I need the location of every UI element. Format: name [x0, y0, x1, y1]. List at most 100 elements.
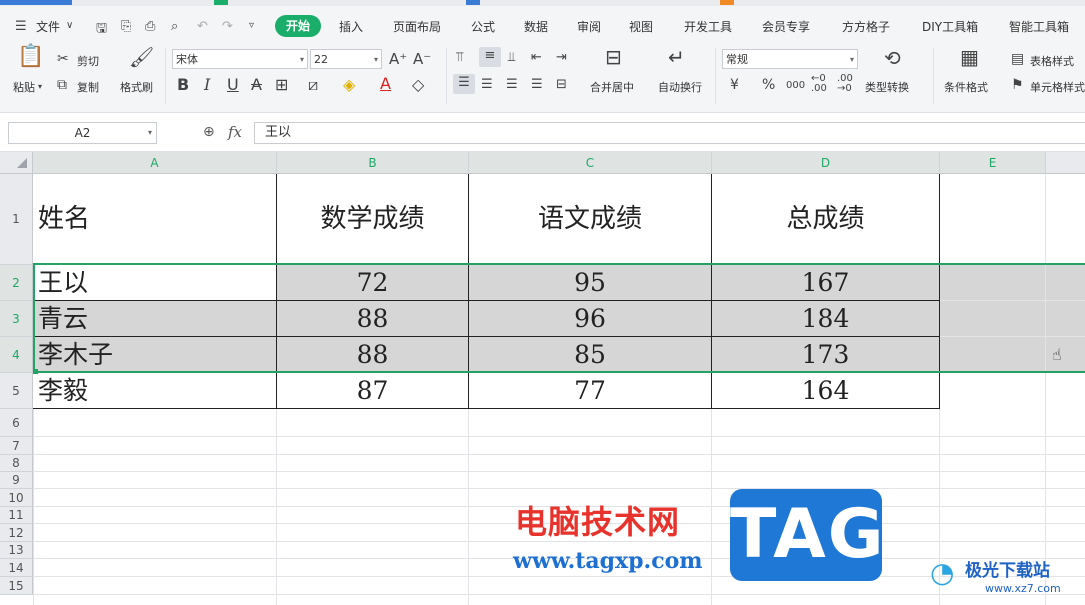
tab-start[interactable]: 开始: [275, 15, 321, 37]
cell-e2[interactable]: [940, 265, 1046, 301]
copy-icon[interactable]: ⧉: [57, 76, 67, 94]
name-box[interactable]: A2 ▾: [8, 122, 157, 144]
column-header-a[interactable]: A: [33, 152, 277, 174]
decrease-decimal-icon[interactable]: .00 →0: [837, 74, 853, 94]
row-header-11[interactable]: 11: [0, 507, 33, 524]
italic-button[interactable]: I: [204, 76, 210, 94]
tab-fangfang[interactable]: 方方格子: [842, 18, 890, 35]
align-left-icon[interactable]: ☰: [453, 74, 475, 94]
strikethrough-icon[interactable]: A: [251, 76, 262, 94]
tab-view[interactable]: 视图: [629, 18, 653, 35]
scissors-icon[interactable]: ✂: [57, 50, 69, 68]
increase-font-icon[interactable]: A⁺: [389, 50, 407, 68]
cell-c5[interactable]: 77: [469, 373, 712, 409]
cell-e1[interactable]: [940, 174, 1046, 265]
undo-icon[interactable]: ↶: [197, 19, 208, 34]
underline-button[interactable]: U: [227, 76, 239, 94]
cell-f1[interactable]: [1046, 174, 1085, 265]
row-header-14[interactable]: 14: [0, 559, 33, 577]
hamburger-icon[interactable]: ☰: [15, 19, 27, 34]
font-name-select[interactable]: 宋体 ▾: [172, 49, 308, 69]
row-header-12[interactable]: 12: [0, 524, 33, 542]
cell-e3[interactable]: [940, 301, 1046, 337]
cell-a2[interactable]: 王以: [33, 265, 277, 301]
row-header-1[interactable]: 1: [0, 174, 33, 265]
increase-decimal-icon[interactable]: ←0.00: [811, 74, 827, 94]
border-icon[interactable]: ⊞: [275, 76, 288, 94]
cell-a3[interactable]: 青云: [33, 301, 277, 337]
select-all-corner[interactable]: [0, 152, 33, 174]
cut-button[interactable]: 剪切: [77, 53, 99, 69]
format-painter-icon[interactable]: 🖌: [129, 47, 154, 67]
cell-f2[interactable]: [1046, 265, 1085, 301]
cell-a1[interactable]: 姓名: [33, 174, 277, 265]
cell-c2[interactable]: 95: [469, 265, 712, 301]
export-icon[interactable]: ⎘: [121, 19, 131, 34]
percent-button[interactable]: %: [762, 76, 775, 94]
row-header-3[interactable]: 3: [0, 301, 33, 337]
format-painter-button[interactable]: 格式刷: [120, 79, 153, 95]
fill-handle[interactable]: [33, 369, 38, 374]
row-header-8[interactable]: 8: [0, 455, 33, 472]
tab-insert[interactable]: 插入: [339, 18, 363, 35]
row-header-13[interactable]: 13: [0, 542, 33, 559]
cell-c3[interactable]: 96: [469, 301, 712, 337]
print-preview-icon[interactable]: ⌕: [171, 19, 178, 34]
file-menu[interactable]: 文件: [36, 18, 60, 35]
cell-c1[interactable]: 语文成绩: [469, 174, 712, 265]
cell-c4[interactable]: 85: [469, 337, 712, 373]
table-style-button[interactable]: 表格样式: [1030, 53, 1074, 69]
tab-diy-toolbox[interactable]: DIY工具箱: [922, 18, 978, 35]
row-header-7[interactable]: 7: [0, 437, 33, 455]
cell-b4[interactable]: 88: [277, 337, 469, 373]
copy-button[interactable]: 复制: [77, 79, 99, 95]
currency-button[interactable]: ¥: [730, 76, 739, 94]
cell-d3[interactable]: 184: [712, 301, 940, 337]
column-header-d[interactable]: D: [712, 152, 940, 174]
tab-smart-toolbox[interactable]: 智能工具箱: [1009, 18, 1069, 35]
tab-data[interactable]: 数据: [524, 18, 548, 35]
bold-button[interactable]: B: [177, 76, 189, 94]
align-top-icon[interactable]: ⫪: [456, 49, 463, 67]
quick-access-dropdown-icon[interactable]: ▿: [249, 20, 254, 31]
cell-style-button[interactable]: 单元格样式: [1030, 79, 1085, 95]
conditional-format-icon[interactable]: ▦: [960, 47, 979, 67]
cell-a5[interactable]: 李毅: [33, 373, 277, 409]
formula-input[interactable]: 王以: [254, 122, 1085, 144]
fill-color-icon[interactable]: ◈: [343, 76, 355, 94]
wrap-text-button[interactable]: 自动换行: [658, 79, 702, 95]
type-convert-icon[interactable]: ⟲: [884, 48, 901, 68]
row-header-9[interactable]: 9: [0, 472, 33, 489]
tab-developer[interactable]: 开发工具: [684, 18, 732, 35]
justify-icon[interactable]: ☰: [531, 76, 543, 94]
tab-page-layout[interactable]: 页面布局: [393, 18, 441, 35]
paste-button[interactable]: 粘贴: [13, 79, 35, 95]
cell-e4[interactable]: [940, 337, 1046, 373]
fill-pattern-icon[interactable]: ⧄: [308, 76, 318, 94]
cell-b5[interactable]: 87: [277, 373, 469, 409]
number-format-select[interactable]: 常规 ▾: [722, 49, 858, 69]
row-header-6[interactable]: 6: [0, 409, 33, 437]
column-header-e[interactable]: E: [940, 152, 1046, 174]
merge-center-icon[interactable]: ⊟: [605, 47, 622, 67]
font-color-icon[interactable]: A: [380, 75, 391, 93]
conditional-format-button[interactable]: 条件格式: [944, 79, 988, 95]
increase-indent-icon[interactable]: ⇥: [556, 49, 567, 67]
print-icon[interactable]: ⎙: [145, 19, 155, 34]
font-size-select[interactable]: 22 ▾: [310, 49, 382, 69]
row-header-15[interactable]: 15: [0, 577, 33, 595]
wrap-text-icon[interactable]: ↵: [668, 47, 685, 67]
cell-b1[interactable]: 数学成绩: [277, 174, 469, 265]
row-header-4[interactable]: 4: [0, 337, 33, 373]
decrease-indent-icon[interactable]: ⇤: [531, 49, 542, 67]
row-header-5[interactable]: 5: [0, 373, 33, 409]
align-bottom-icon[interactable]: ⫫: [508, 49, 515, 67]
column-header-c[interactable]: C: [469, 152, 712, 174]
tab-review[interactable]: 审阅: [577, 18, 601, 35]
align-center-icon[interactable]: ☰: [481, 76, 493, 94]
cell-d1[interactable]: 总成绩: [712, 174, 940, 265]
tab-member[interactable]: 会员专享: [762, 18, 810, 35]
tab-formula[interactable]: 公式: [471, 18, 495, 35]
table-style-icon[interactable]: ▤: [1011, 50, 1024, 68]
row-header-10[interactable]: 10: [0, 489, 33, 507]
